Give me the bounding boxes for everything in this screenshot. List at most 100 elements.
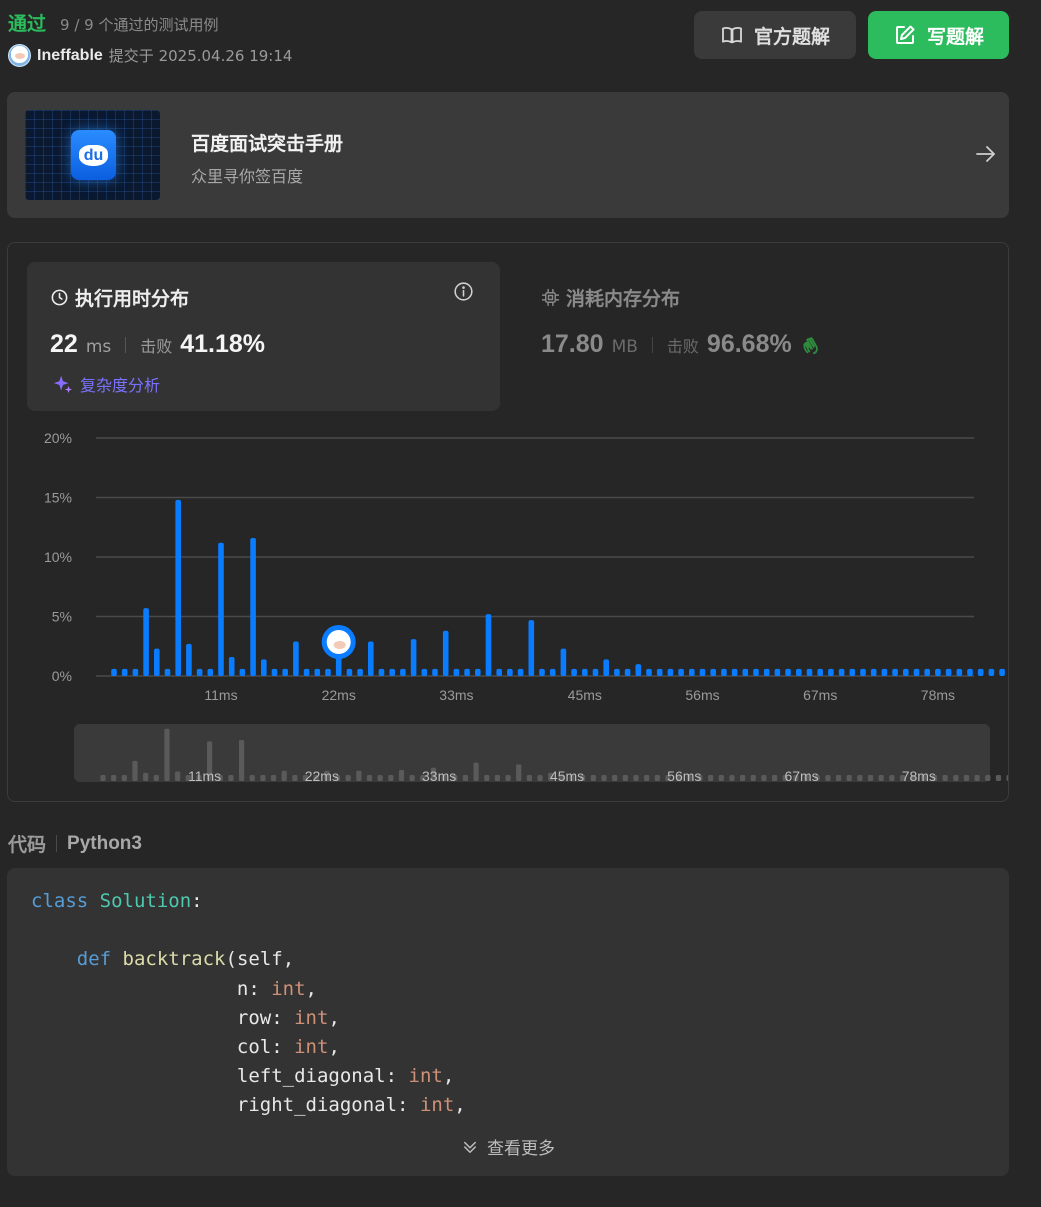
bar[interactable] <box>881 668 888 676</box>
bar[interactable] <box>592 668 599 676</box>
bar[interactable] <box>485 614 492 676</box>
bar[interactable] <box>678 668 684 676</box>
bar[interactable] <box>186 643 192 676</box>
bar[interactable] <box>239 668 246 676</box>
bar[interactable] <box>956 668 963 676</box>
bar[interactable] <box>132 668 139 676</box>
bar[interactable] <box>175 499 181 676</box>
bar[interactable] <box>838 668 845 676</box>
bar[interactable] <box>507 668 513 676</box>
bar[interactable] <box>368 641 374 676</box>
bar[interactable] <box>785 668 791 676</box>
bar[interactable] <box>325 668 331 676</box>
show-more-button[interactable]: 查看更多 <box>7 1134 1009 1159</box>
bar[interactable] <box>378 668 385 676</box>
bar[interactable] <box>196 668 203 676</box>
bar[interactable] <box>828 668 834 676</box>
bar[interactable] <box>528 620 535 676</box>
bar[interactable] <box>218 542 224 676</box>
bar[interactable] <box>924 668 930 676</box>
bar[interactable] <box>475 668 481 676</box>
bar[interactable] <box>753 668 759 676</box>
bar[interactable] <box>346 668 353 676</box>
write-solution-button[interactable]: 写题解 <box>868 11 1009 59</box>
overview-bar <box>644 775 650 781</box>
bar[interactable] <box>903 668 909 676</box>
bar[interactable] <box>250 537 256 676</box>
bar[interactable] <box>721 668 727 676</box>
bar[interactable] <box>614 668 620 676</box>
bar[interactable] <box>999 668 1005 676</box>
bar[interactable] <box>442 630 449 676</box>
bar[interactable] <box>624 668 631 676</box>
bar[interactable] <box>560 648 567 676</box>
bar[interactable] <box>228 656 235 676</box>
bar[interactable] <box>453 668 460 676</box>
overview-bar <box>175 771 181 781</box>
bar[interactable] <box>817 668 823 676</box>
bar[interactable] <box>977 668 984 676</box>
code-block[interactable]: class Solution: def backtrack(self, n: i… <box>7 868 1009 1176</box>
bar[interactable] <box>293 641 299 676</box>
bar[interactable] <box>314 668 321 676</box>
bar[interactable] <box>763 668 770 676</box>
bar[interactable] <box>571 668 577 676</box>
bar[interactable] <box>164 668 171 676</box>
bar[interactable] <box>699 668 706 676</box>
baidu-logo: du <box>71 130 116 180</box>
bar[interactable] <box>389 668 395 676</box>
bar[interactable] <box>945 668 952 676</box>
bar[interactable] <box>111 668 117 676</box>
bar[interactable] <box>539 668 545 676</box>
bar[interactable] <box>282 668 288 676</box>
overview-bar <box>761 775 767 781</box>
bar[interactable] <box>421 668 428 676</box>
bar[interactable] <box>646 668 652 676</box>
bar[interactable] <box>400 668 406 676</box>
bar[interactable] <box>667 668 674 676</box>
bar[interactable] <box>143 608 149 676</box>
y-tick-label: 5% <box>52 609 72 625</box>
bar[interactable] <box>207 668 214 676</box>
promo-banner[interactable]: du 百度面试突击手册 众里寻你签百度 <box>7 92 1009 218</box>
bar[interactable] <box>656 668 663 676</box>
official-solution-button[interactable]: 官方题解 <box>694 11 856 59</box>
bar[interactable] <box>935 668 941 676</box>
bar[interactable] <box>849 668 856 676</box>
bar[interactable] <box>913 668 920 676</box>
bar[interactable] <box>870 668 877 676</box>
bar[interactable] <box>967 668 973 676</box>
bar[interactable] <box>796 668 802 676</box>
bar[interactable] <box>774 668 781 676</box>
overview-bar <box>238 740 245 781</box>
arrow-right-icon[interactable] <box>974 142 998 166</box>
bar[interactable] <box>496 668 502 676</box>
bar[interactable] <box>988 668 995 676</box>
bar[interactable] <box>710 668 716 676</box>
bar[interactable] <box>464 668 470 676</box>
bar[interactable] <box>121 668 128 676</box>
bar[interactable] <box>154 648 160 676</box>
bar[interactable] <box>271 668 278 676</box>
avatar[interactable] <box>8 44 31 67</box>
bar[interactable] <box>549 668 556 676</box>
bar[interactable] <box>689 668 695 676</box>
performance-panel: 执行用时分布 22 ms 击败 41.18% 复杂度分析 消耗内存分布 17.8… <box>7 242 1009 802</box>
bar[interactable] <box>432 668 438 676</box>
runtime-distribution-chart[interactable]: 20% 15% 10% 5% 0% 11ms 22ms 33ms 45ms 56ms 67ms 78m… <box>8 243 1008 801</box>
bar[interactable] <box>261 659 267 676</box>
bar[interactable] <box>582 668 588 676</box>
bar[interactable] <box>410 639 417 676</box>
bar[interactable] <box>517 668 524 676</box>
bar[interactable] <box>892 668 898 676</box>
overview-bar <box>526 775 532 781</box>
bar[interactable] <box>603 659 609 676</box>
bar[interactable] <box>742 668 749 676</box>
bar[interactable] <box>806 668 813 676</box>
bar[interactable] <box>860 668 866 676</box>
bar[interactable] <box>635 664 642 676</box>
bar[interactable] <box>731 668 738 676</box>
bar[interactable] <box>303 668 310 676</box>
user-name[interactable]: Ineffable <box>37 47 103 65</box>
bar[interactable] <box>357 668 363 676</box>
